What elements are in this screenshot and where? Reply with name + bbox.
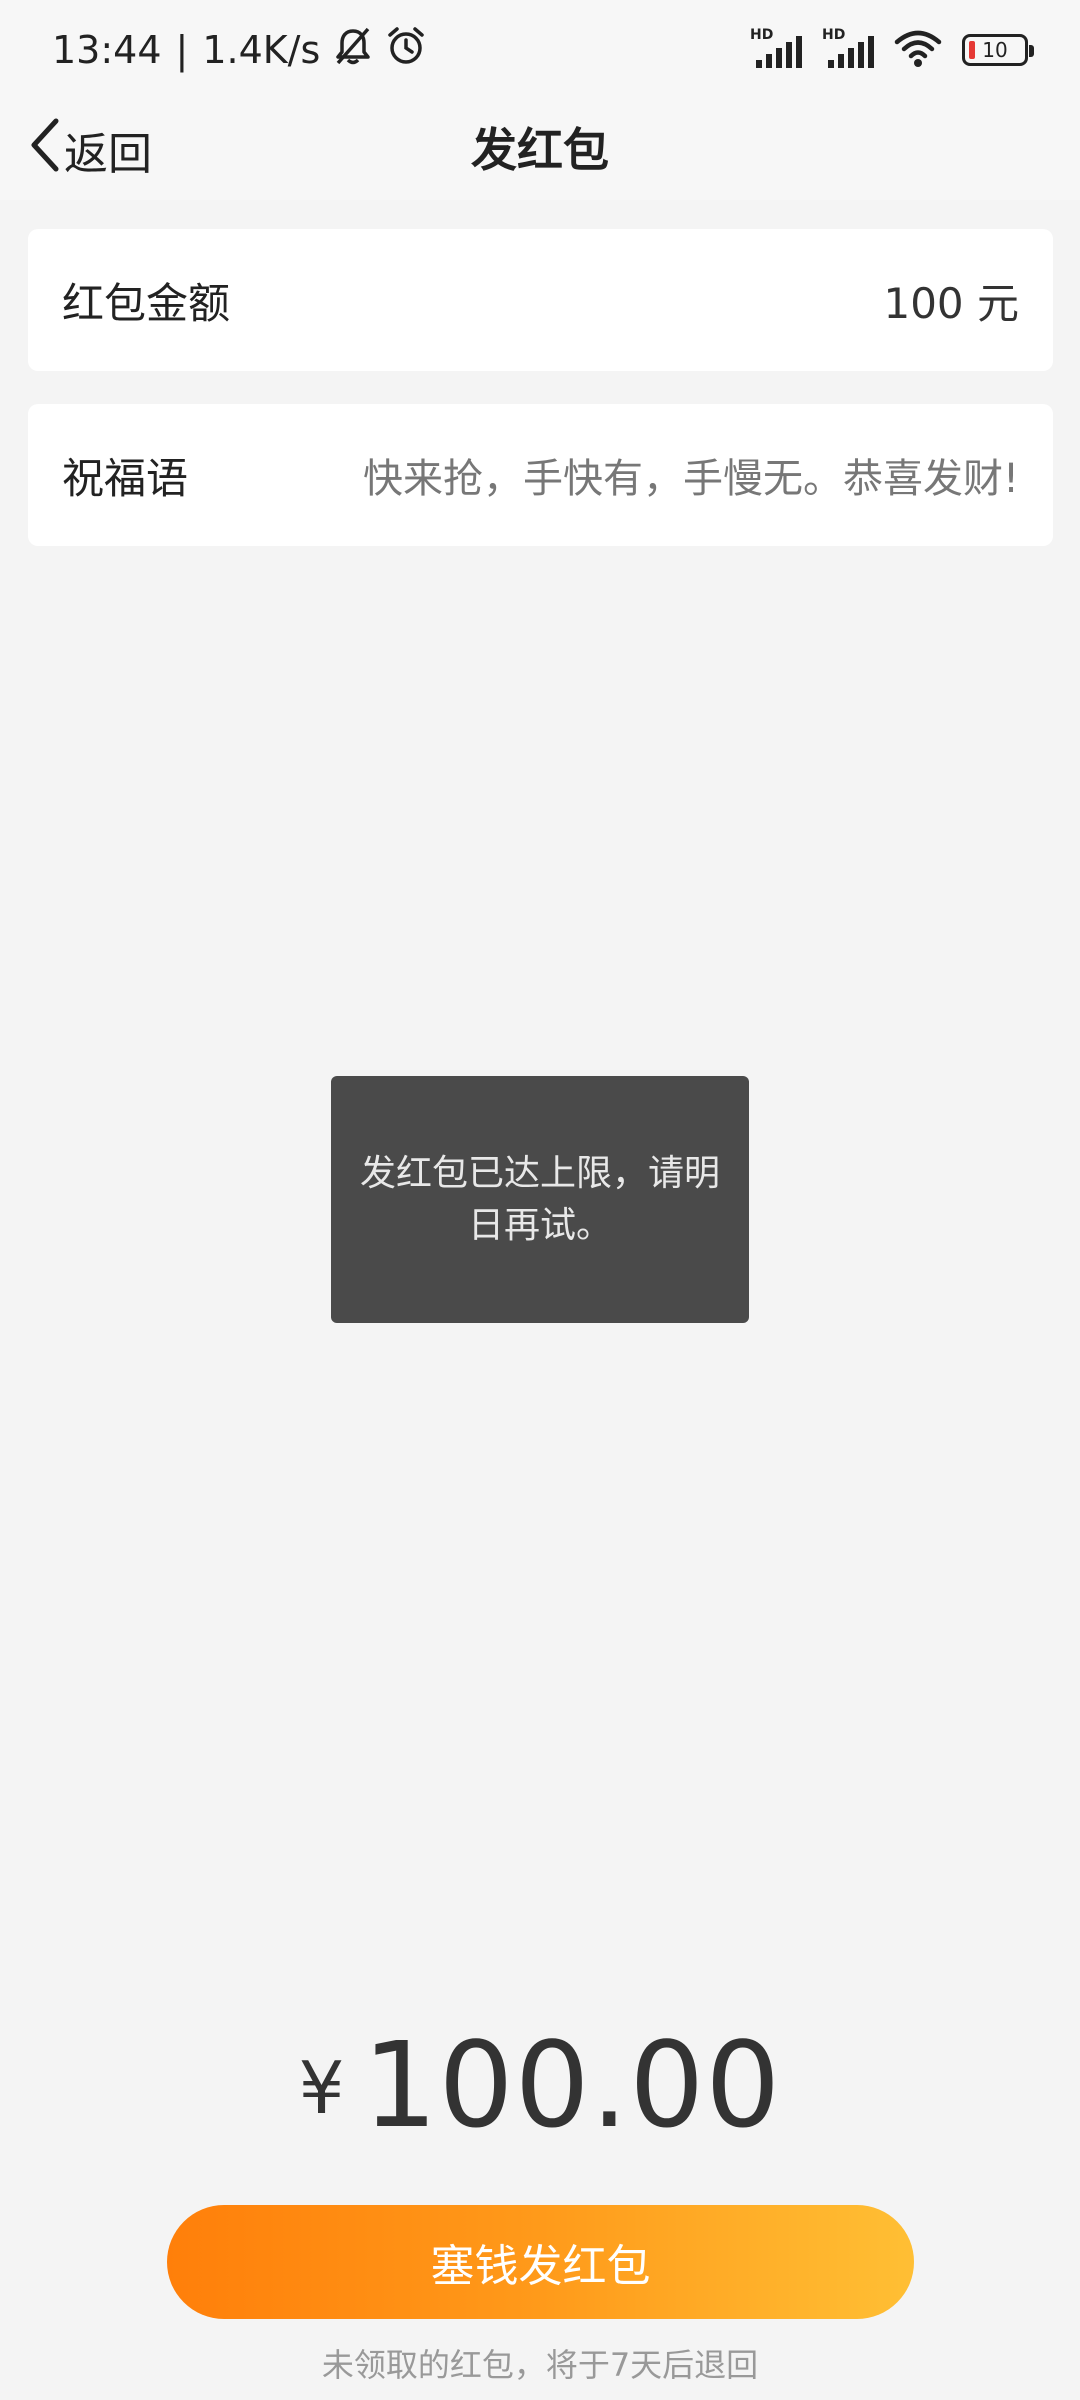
blessing-label: 祝福语	[62, 453, 189, 503]
limit-toast: 发红包已达上限，请明日再试。	[331, 1076, 749, 1323]
signal-sim2-icon: HD	[822, 28, 874, 72]
page-title: 发红包	[471, 123, 609, 177]
total-amount: ¥ 100.00	[0, 2010, 1080, 2160]
back-label: 返回	[64, 129, 152, 180]
total-amount-value: 100.00	[362, 2016, 782, 2154]
blessing-field[interactable]: 祝福语 快来抢，手快有，手慢无。恭喜发财!	[28, 404, 1053, 546]
send-red-packet-button[interactable]: 塞钱发红包	[167, 2205, 914, 2319]
status-left: 13:44 | 1.4K/s	[52, 26, 426, 75]
alarm-clock-icon	[386, 26, 426, 75]
signal-sim1-icon: HD	[750, 28, 802, 72]
status-separator: |	[175, 28, 189, 72]
amount-label: 红包金额	[62, 278, 231, 328]
battery-level: 10	[982, 38, 1008, 62]
amount-value[interactable]: 100 元	[883, 270, 1019, 331]
battery-icon: 10	[962, 34, 1034, 66]
status-time: 13:44	[52, 28, 162, 72]
status-network-speed: 1.4K/s	[202, 28, 321, 72]
currency-symbol: ¥	[298, 2046, 345, 2130]
status-right: HD HD 10	[750, 28, 1034, 72]
wifi-icon	[894, 28, 942, 72]
status-bar: 13:44 | 1.4K/s HD HD 10	[0, 0, 1080, 100]
refund-note: 未领取的红包，将于7天后退回	[321, 2346, 759, 2384]
back-button[interactable]: 返回	[30, 110, 152, 190]
amount-field[interactable]: 红包金额 100 元	[28, 229, 1053, 371]
bell-muted-icon	[334, 26, 372, 75]
blessing-input[interactable]: 快来抢，手快有，手慢无。恭喜发财!	[363, 446, 1019, 504]
toast-message: 发红包已达上限，请明日再试。	[359, 1152, 720, 1246]
chevron-left-icon	[30, 117, 60, 184]
nav-bar: 发红包 返回	[0, 100, 1080, 200]
